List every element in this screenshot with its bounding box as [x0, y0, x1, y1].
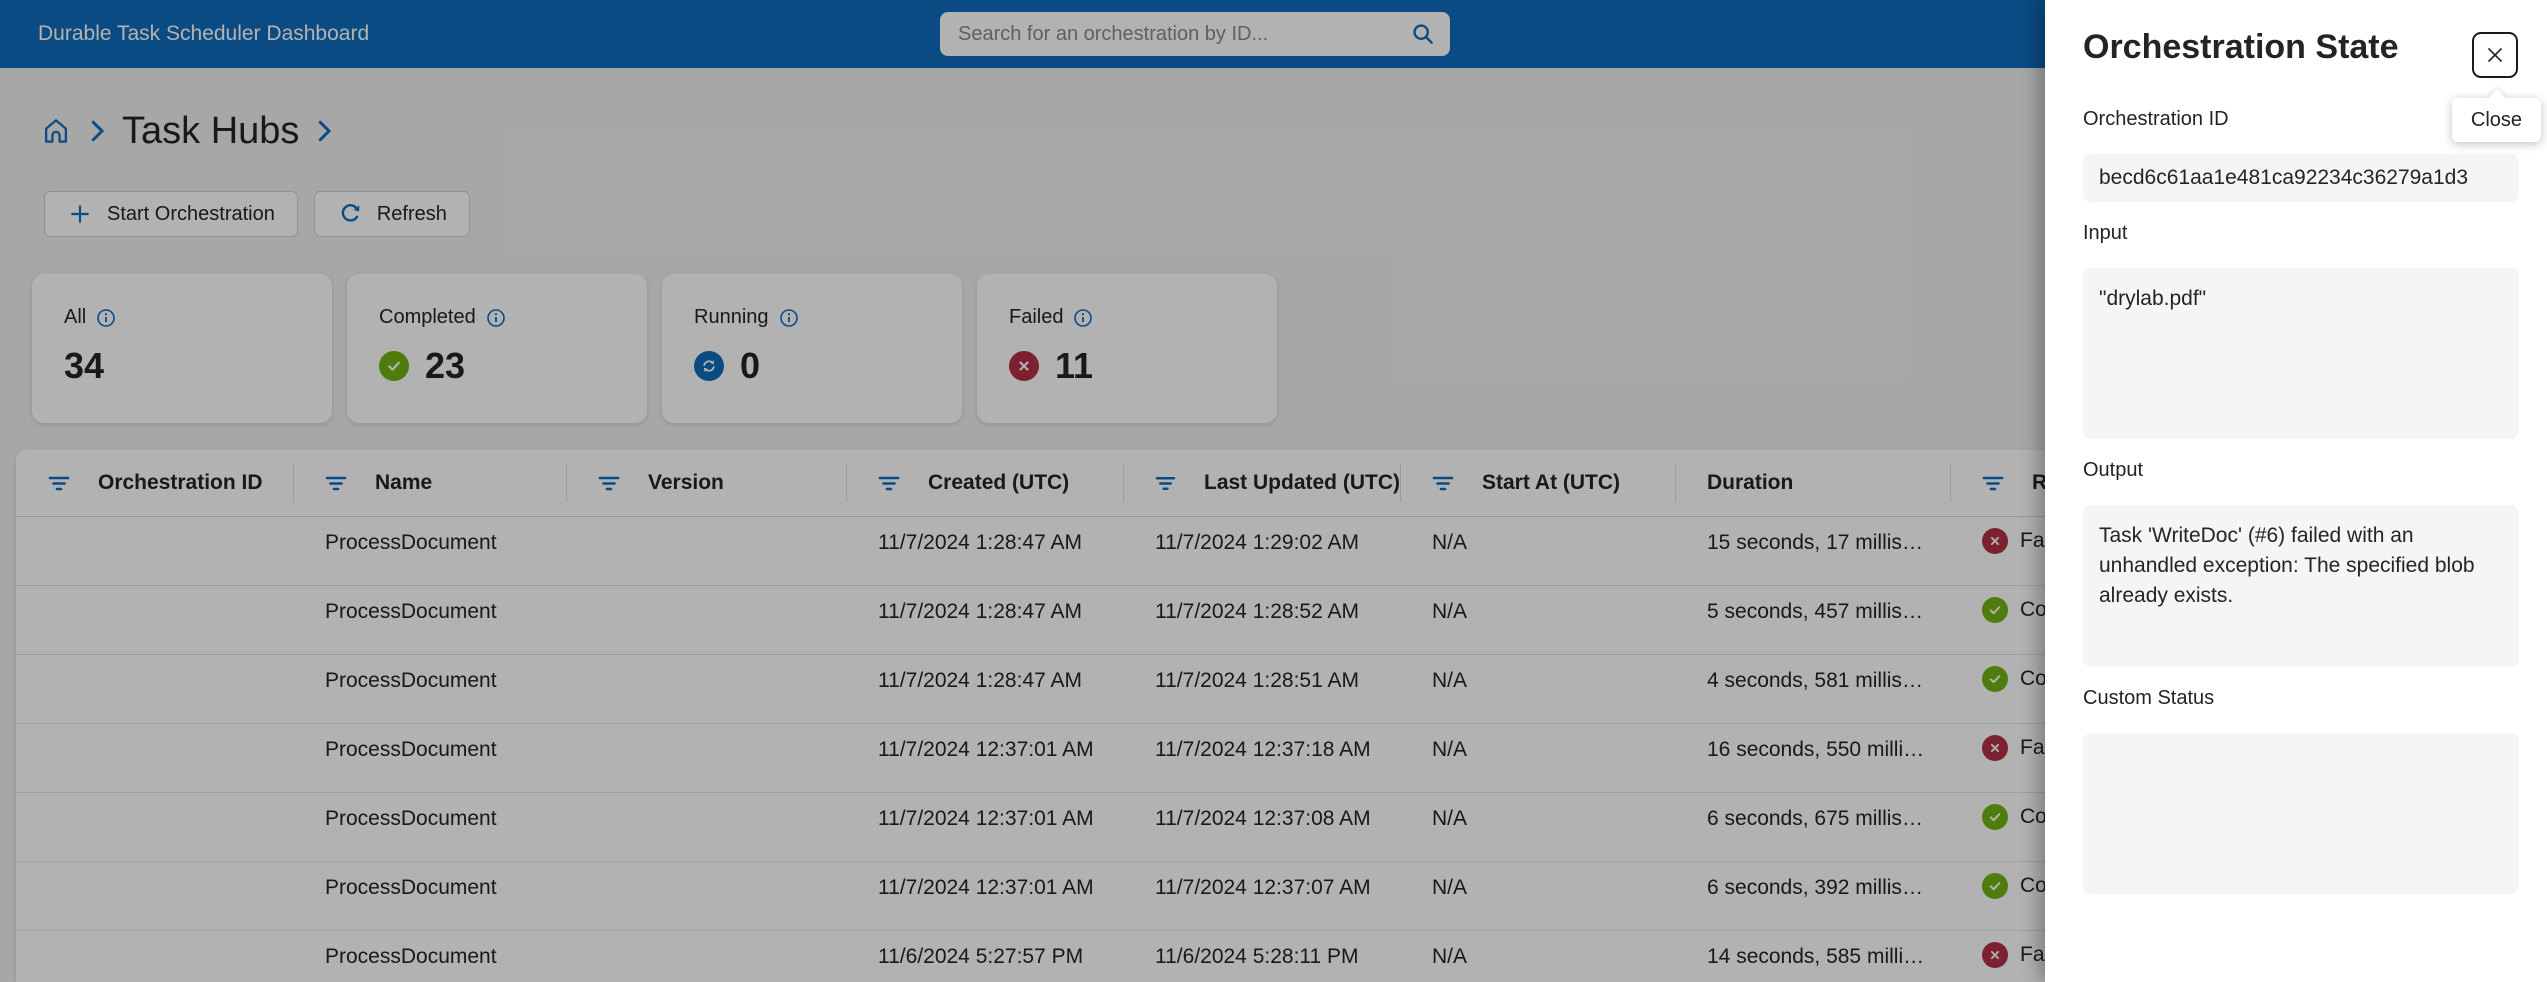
custom-status-label: Custom Status	[2083, 687, 2215, 709]
panel-title: Orchestration State	[2083, 28, 2399, 66]
modal-backdrop[interactable]	[0, 0, 2045, 982]
close-tooltip: Close	[2452, 89, 2541, 142]
input-field[interactable]: "drylab.pdf"	[2083, 268, 2519, 439]
output-label: Output	[2083, 459, 2144, 481]
close-icon	[2487, 47, 2503, 63]
orchestration-id-field[interactable]: becd6c61aa1e481ca92234c36279a1d3	[2083, 154, 2519, 202]
tooltip-arrow	[2486, 89, 2507, 109]
orchestration-state-panel: Orchestration State Close Orchestration …	[2045, 0, 2547, 982]
durable-task-dashboard: Durable Task Scheduler Dashboard Task Hu…	[0, 0, 2547, 982]
output-field[interactable]: Task 'WriteDoc' (#6) failed with an unha…	[2083, 505, 2519, 667]
close-panel-button[interactable]	[2472, 32, 2518, 78]
input-label: Input	[2083, 222, 2128, 244]
custom-status-field[interactable]	[2083, 733, 2519, 894]
